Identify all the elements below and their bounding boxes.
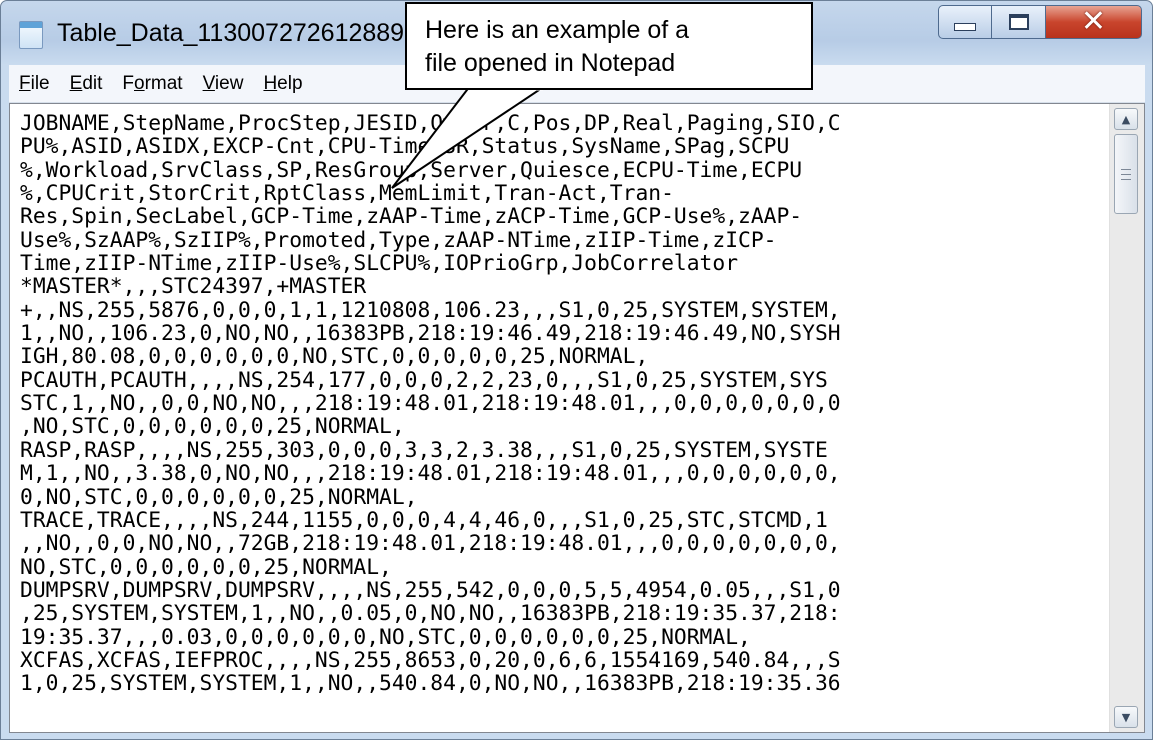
- text-line: 1,,NO,,106.23,0,NO,NO,,16383PB,218:19:46…: [20, 321, 841, 347]
- caption-buttons: ✕: [938, 5, 1142, 41]
- maximize-button[interactable]: [992, 5, 1046, 39]
- callout-line-1: Here is an example of a: [425, 16, 690, 44]
- text-line: %,Workload,SrvClass,SP,ResGroup,Server,Q…: [20, 157, 803, 183]
- scroll-up-arrow-icon[interactable]: ▲: [1114, 108, 1138, 130]
- callout-line-2: file opened in Notepad: [425, 49, 676, 77]
- menu-item[interactable]: Format: [112, 73, 192, 95]
- text-editor[interactable]: JOBNAME,StepName,ProcStep,JESID,Owner,C,…: [9, 103, 1145, 733]
- text-line: PU%,ASID,ASIDX,EXCP-Cnt,CPU-Time,SR,Stat…: [20, 134, 790, 160]
- annotation-callout: Here is an example of a file opened in N…: [405, 2, 813, 90]
- notepad-icon[interactable]: [19, 21, 43, 49]
- text-line: Time,zIIP-NTime,zIIP-Use%,SLCPU%,IOPrioG…: [20, 251, 739, 277]
- text-line: JOBNAME,StepName,ProcStep,JESID,Owner,C,…: [20, 112, 841, 136]
- text-line: RASP,RASP,,,,NS,255,303,0,0,0,3,3,2,3.38…: [20, 437, 828, 463]
- text-line: IGH,80.08,0,0,0,0,0,0,NO,STC,0,0,0,0,0,2…: [20, 344, 649, 370]
- text-line: ,NO,STC,0,0,0,0,0,0,25,NORMAL,: [20, 414, 405, 440]
- text-line: ,,NO,,0,0,NO,NO,,72GB,218:19:48.01,218:1…: [20, 531, 841, 557]
- text-line: DUMPSRV,DUMPSRV,DUMPSRV,,,,NS,255,542,0,…: [20, 577, 841, 603]
- text-line: ,25,SYSTEM,SYSTEM,1,,NO,,0.05,0,NO,NO,,1…: [20, 601, 841, 627]
- close-icon: ✕: [1080, 4, 1107, 39]
- text-line: +,,NS,255,5876,0,0,0,1,1,1210808,106.23,…: [20, 297, 841, 323]
- text-line: M,1,,NO,,3.38,0,NO,NO,,,218:19:48.01,218…: [20, 461, 841, 487]
- menu-item[interactable]: Edit: [60, 73, 113, 95]
- minimize-icon: [954, 23, 976, 31]
- callout-text: Here is an example of a file opened in N…: [425, 14, 689, 80]
- grip-icon: [1121, 168, 1131, 180]
- text-line: STC,1,,NO,,0,0,NO,NO,,,218:19:48.01,218:…: [20, 391, 841, 417]
- scroll-thumb[interactable]: [1114, 134, 1138, 214]
- text-line: XCFAS,XCFAS,IEFPROC,,,,NS,255,8653,0,20,…: [20, 647, 841, 673]
- text-line: *MASTER*,,,STC24397,+MASTER: [20, 274, 367, 300]
- menu-item[interactable]: Help: [253, 73, 312, 95]
- text-line: 0,NO,STC,0,0,0,0,0,0,25,NORMAL,: [20, 484, 418, 510]
- text-line: 19:35.37,,,0.03,0,0,0,0,0,0,NO,STC,0,0,0…: [20, 624, 751, 650]
- text-line: Use%,SzAAP%,SzIIP%,Promoted,Type,zAAP-NT…: [20, 227, 777, 253]
- menu-item[interactable]: View: [193, 73, 254, 95]
- document-text[interactable]: JOBNAME,StepName,ProcStep,JESID,Owner,C,…: [20, 112, 1096, 726]
- vertical-scrollbar[interactable]: ▲ ▼: [1109, 104, 1144, 732]
- text-line: PCAUTH,PCAUTH,,,,NS,254,177,0,0,0,2,2,23…: [20, 367, 828, 393]
- window-title: Table_Data_1130072726128896: [57, 19, 418, 47]
- text-line: %,CPUCrit,StorCrit,RptClass,MemLimit,Tra…: [20, 181, 674, 207]
- menu-item[interactable]: File: [9, 73, 60, 95]
- maximize-icon: [1008, 14, 1029, 30]
- text-line: NO,STC,0,0,0,0,0,0,25,NORMAL,: [20, 554, 392, 580]
- scroll-down-arrow-icon[interactable]: ▼: [1114, 706, 1138, 728]
- text-line: TRACE,TRACE,,,,NS,244,1155,0,0,0,4,4,46,…: [20, 507, 828, 533]
- minimize-button[interactable]: [938, 5, 992, 39]
- text-line: Res,Spin,SecLabel,GCP-Time,zAAP-Time,zAC…: [20, 204, 803, 230]
- close-button[interactable]: ✕: [1046, 5, 1142, 39]
- notepad-window: Table_Data_1130072726128896 ✕ File Edit Fo…: [0, 0, 1153, 740]
- text-line: 1,0,25,SYSTEM,SYSTEM,1,,NO,,540.84,0,NO,…: [20, 671, 841, 697]
